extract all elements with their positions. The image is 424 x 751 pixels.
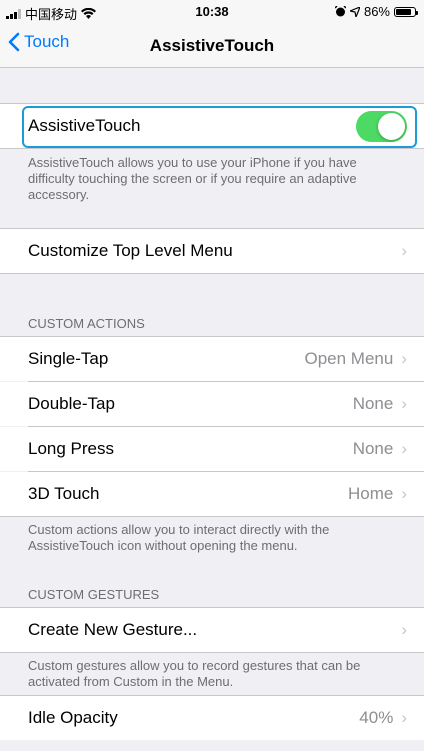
customize-menu-row[interactable]: Customize Top Level Menu › [0,229,424,273]
single-tap-value: Open Menu [304,349,394,368]
assistivetouch-description: AssistiveTouch allows you to use your iP… [28,155,357,202]
chevron-right-icon: › [401,394,407,413]
assistivetouch-toggle[interactable] [356,110,407,142]
long-press-row[interactable]: Long Press None › [0,427,424,471]
chevron-right-icon: › [401,484,407,503]
chevron-right-icon: › [401,349,407,368]
single-tap-label: Single-Tap [28,349,109,368]
double-tap-row[interactable]: Double-Tap None › [0,382,424,426]
custom-actions-header: CUSTOM ACTIONS [28,316,145,331]
custom-gestures-header: CUSTOM GESTURES [28,587,160,602]
divider [0,148,424,149]
battery-percent: 86% [363,4,390,19]
battery-icon [394,6,418,17]
divider [0,652,424,653]
location-icon [349,6,360,17]
double-tap-value: None [352,394,394,413]
alarm-icon [334,6,346,17]
status-right: 86% [334,4,418,19]
chevron-right-icon: › [401,241,407,260]
chevron-right-icon: › [401,439,407,458]
battery-fill [396,8,412,15]
create-gesture-row[interactable]: Create New Gesture... › [0,608,424,652]
custom-gestures-footer: Custom gestures allow you to record gest… [28,658,361,689]
3d-touch-value: Home [347,484,394,503]
idle-opacity-row[interactable]: Idle Opacity 40% › [0,696,424,740]
3d-touch-row[interactable]: 3D Touch Home › [0,472,424,516]
status-bar: 中国移动 10:38 86% [0,0,424,22]
chevron-right-icon: › [401,708,407,727]
customize-menu-label: Customize Top Level Menu [28,241,233,260]
single-tap-row[interactable]: Single-Tap Open Menu › [0,337,424,381]
chevron-right-icon: › [401,620,407,639]
assistivetouch-label: AssistiveTouch [28,116,141,135]
3d-touch-label: 3D Touch [28,484,100,503]
idle-opacity-value: 40% [359,708,394,727]
long-press-label: Long Press [28,439,114,458]
navigation-bar: Touch AssistiveTouch [0,22,424,68]
create-gesture-label: Create New Gesture... [28,620,198,639]
page-title: AssistiveTouch [149,36,275,55]
divider [0,516,424,517]
divider [0,273,424,274]
double-tap-label: Double-Tap [28,394,115,413]
long-press-value: None [352,439,394,458]
assistivetouch-row: AssistiveTouch [0,104,424,148]
custom-actions-footer: Custom actions allow you to interact dir… [28,522,330,553]
toggle-knob [378,112,405,140]
idle-opacity-label: Idle Opacity [28,708,118,727]
